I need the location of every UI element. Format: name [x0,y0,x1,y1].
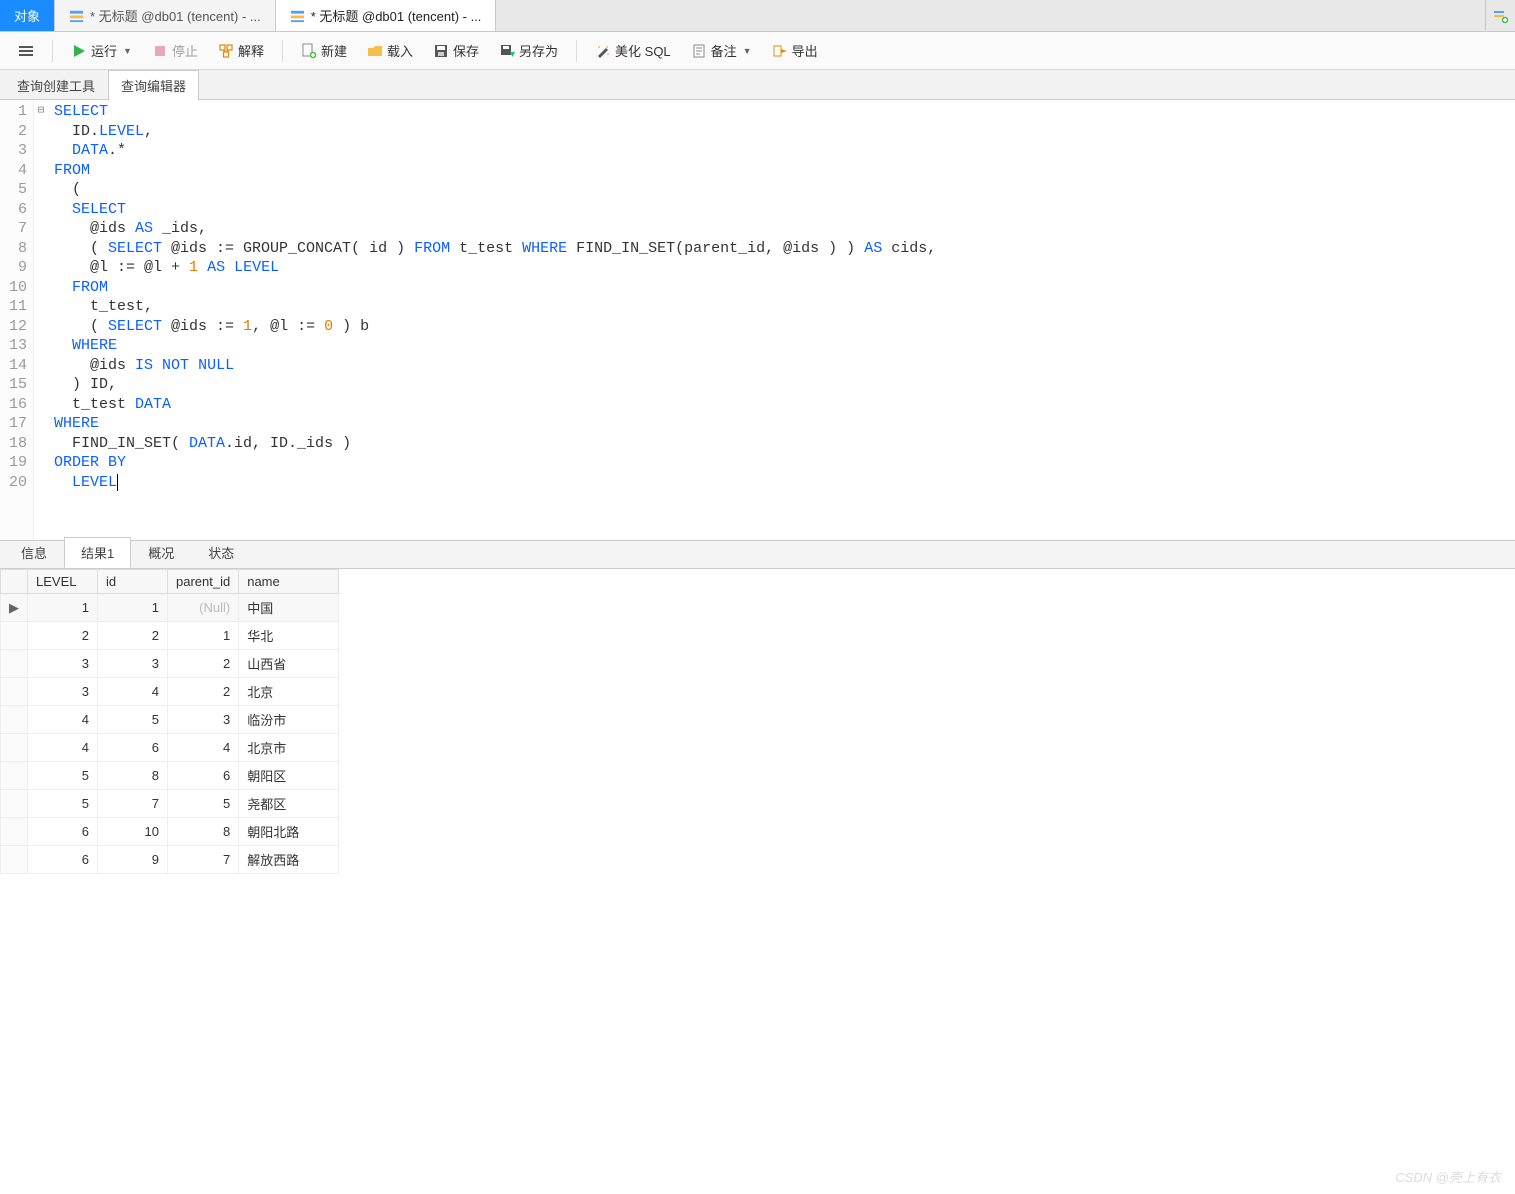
stop-button: 停止 [144,37,206,64]
separator [576,40,577,62]
result-tab-result1[interactable]: 结果1 [64,537,131,568]
run-label: 运行 [91,41,117,60]
fold-column: ⊟ [34,100,48,540]
save-label: 保存 [453,41,479,60]
load-label: 载入 [387,41,413,60]
tab-strip: 对象 * 无标题 @db01 (tencent) - ... * 无标题 @db… [0,0,1515,32]
separator [52,40,53,62]
query-icon [290,8,305,23]
chevron-down-icon: ▼ [743,46,752,56]
chevron-down-icon: ▼ [123,46,132,56]
notes-label: 备注 [711,41,737,60]
saveas-button[interactable]: 另存为 [491,37,566,64]
notes-button[interactable]: 备注 ▼ [683,37,760,64]
tab-query-1-label: * 无标题 @db01 (tencent) - ... [90,6,261,25]
new-button[interactable]: 新建 [293,37,355,64]
export-button[interactable]: 导出 [764,37,826,64]
result-grid[interactable]: LEVELidparent_idname▶11(Null)中国221华北332山… [0,568,1515,874]
new-label: 新建 [321,41,347,60]
result-tab-profile[interactable]: 概况 [131,537,191,568]
result-tab-status[interactable]: 状态 [191,537,251,568]
builder-tabstrip: 查询创建工具 查询编辑器 [0,70,1515,100]
load-button[interactable]: 载入 [359,37,421,64]
tab-query-editor[interactable]: 查询编辑器 [108,70,199,101]
result-tabstrip: 信息 结果1 概况 状态 [0,540,1515,568]
new-query-button[interactable] [1485,0,1515,31]
result-tab-info[interactable]: 信息 [4,537,64,568]
save-button[interactable]: 保存 [425,37,487,64]
watermark: CSDN @壳上有衣 [1395,1167,1501,1186]
tabstrip-spacer [496,0,1485,31]
tab-query-builder[interactable]: 查询创建工具 [4,70,108,101]
explain-button[interactable]: 解释 [210,37,272,64]
separator [282,40,283,62]
main-toolbar: 运行 ▼ 停止 解释 新建 载入 保存 另存为 [0,32,1515,70]
tab-query-1[interactable]: * 无标题 @db01 (tencent) - ... [55,0,276,31]
tab-query-2-label: * 无标题 @db01 (tencent) - ... [311,6,482,25]
export-label: 导出 [792,41,818,60]
menu-button[interactable] [10,39,42,63]
explain-label: 解释 [238,41,264,60]
query-icon [69,8,84,23]
run-button[interactable]: 运行 ▼ [63,37,140,64]
saveas-label: 另存为 [519,41,558,60]
tab-query-2[interactable]: * 无标题 @db01 (tencent) - ... [276,0,497,31]
stop-label: 停止 [172,41,198,60]
line-number-gutter: 1234567891011121314151617181920 [0,100,34,540]
beautify-label: 美化 SQL [615,41,671,60]
beautify-button[interactable]: 美化 SQL [587,37,679,64]
tab-objects[interactable]: 对象 [0,0,55,31]
sql-editor[interactable]: 1234567891011121314151617181920 ⊟ SELECT… [0,100,1515,540]
sql-code-area[interactable]: SELECT ID.LEVEL, DATA.*FROM ( SELECT @id… [48,100,1515,540]
tab-objects-label: 对象 [14,6,40,25]
